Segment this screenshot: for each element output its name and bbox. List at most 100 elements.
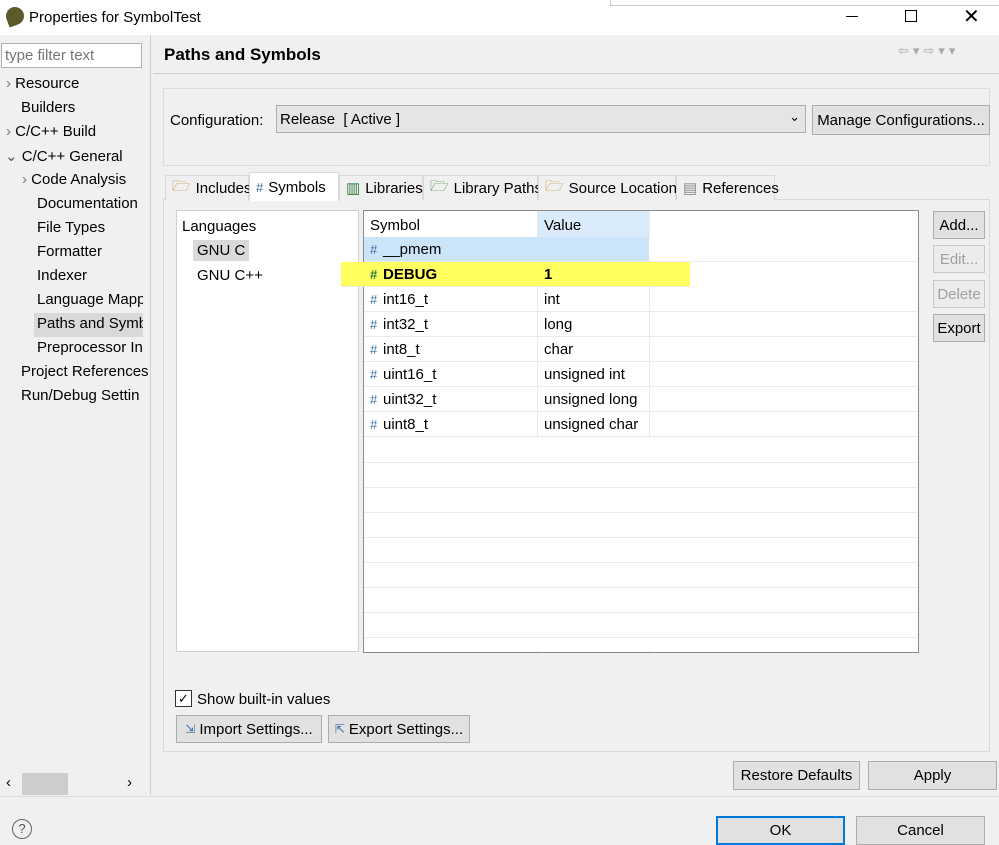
tree-item-cpp-build[interactable]: › C/C++ Build <box>6 123 96 140</box>
tab-references[interactable]: ▤ References <box>676 175 779 200</box>
manage-configurations-button[interactable]: Manage Configurations... <box>812 105 990 135</box>
ok-button[interactable]: OK <box>716 816 845 845</box>
cancel-button[interactable]: Cancel <box>856 816 985 845</box>
tree-item-cpp-general[interactable]: ⌄ C/C++ General <box>5 147 123 165</box>
hash-icon: # <box>370 417 378 432</box>
library-paths-icon: 🗁 <box>430 177 449 195</box>
symbol-cell: uint8_t <box>383 416 429 433</box>
chevron-down-icon: ⌄ <box>789 109 800 124</box>
scroll-right-icon[interactable]: › <box>127 774 132 791</box>
libraries-icon: ▥ <box>346 180 361 197</box>
export-button[interactable]: Export <box>933 314 985 342</box>
help-icon[interactable]: ? <box>12 819 32 839</box>
symbol-cell: int8_t <box>383 341 420 358</box>
table-row[interactable]: # __pmem <box>364 237 917 262</box>
table-row[interactable]: # uint32_t unsigned long <box>364 387 917 412</box>
import-settings-button[interactable]: ⇲ Import Settings... <box>176 715 322 743</box>
delete-button[interactable]: Delete <box>933 280 985 308</box>
show-builtin-checkbox[interactable]: ✓ <box>175 690 192 707</box>
scroll-left-icon[interactable]: ‹ <box>6 774 11 791</box>
configuration-group: Configuration: Release [ Active ] ⌄ Mana… <box>163 88 990 166</box>
title-bar: Properties for SymbolTest ✕ <box>0 0 999 35</box>
table-row[interactable]: # DEBUG 1 <box>341 262 690 287</box>
value-cell: 1 <box>544 266 553 283</box>
tree-item-formatter[interactable]: Formatter <box>37 243 102 260</box>
hash-icon: # <box>370 392 378 407</box>
tree-item-project-references[interactable]: Project References <box>21 363 149 380</box>
tab-includes[interactable]: 🗁 Includes <box>165 175 251 200</box>
tree-item-language-mappings[interactable]: Language Mapp <box>37 291 143 308</box>
column-header-value[interactable]: Value <box>544 217 581 234</box>
tree-item-indexer[interactable]: Indexer <box>37 267 87 284</box>
add-button[interactable]: Add... <box>933 211 985 239</box>
tab-libraries[interactable]: ▥ Libraries <box>339 175 423 200</box>
table-row[interactable]: # uint16_t unsigned int <box>364 362 917 387</box>
maximize-button[interactable] <box>905 10 917 22</box>
edit-button[interactable]: Edit... <box>933 245 985 273</box>
value-cell: unsigned char <box>544 416 639 433</box>
symbol-cell: uint32_t <box>383 391 437 408</box>
languages-header: Languages <box>182 218 257 235</box>
overlay-box <box>610 0 999 6</box>
hash-icon: # <box>370 317 378 332</box>
source-location-icon: 🗁 <box>545 177 564 195</box>
language-gnu-cpp[interactable]: GNU C++ <box>197 267 263 284</box>
tree-item-run-debug[interactable]: Run/Debug Settin <box>21 387 143 404</box>
tree-item-file-types[interactable]: File Types <box>37 219 105 236</box>
hash-icon: # <box>370 267 378 282</box>
sidebar-h-scrollbar[interactable]: ‹ › <box>0 773 148 795</box>
table-row[interactable]: # int8_t char <box>364 337 917 362</box>
tab-symbols[interactable]: # Symbols <box>249 172 339 201</box>
footer-divider <box>0 796 999 797</box>
filter-input[interactable] <box>1 43 142 68</box>
hash-icon: # <box>370 367 378 382</box>
restore-defaults-button[interactable]: Restore Defaults <box>733 761 860 790</box>
symbol-cell: __pmem <box>383 241 442 258</box>
value-cell: long <box>544 316 573 333</box>
value-cell: unsigned long <box>544 391 638 408</box>
tree-item-preprocessor[interactable]: Preprocessor In <box>37 339 143 356</box>
minimize-button[interactable] <box>846 16 858 17</box>
window-title: Properties for SymbolTest <box>29 9 201 26</box>
includes-icon: 🗁 <box>172 177 191 195</box>
column-header-symbol[interactable]: Symbol <box>370 217 420 234</box>
hash-icon: # <box>256 179 264 195</box>
value-cell: unsigned int <box>544 366 625 383</box>
configuration-label: Configuration: <box>170 112 264 129</box>
import-icon: ⇲ <box>185 722 196 736</box>
hash-icon: # <box>370 292 378 307</box>
scroll-thumb[interactable] <box>22 773 68 795</box>
show-builtin-label[interactable]: Show built-in values <box>197 691 330 708</box>
hash-icon: # <box>370 342 378 357</box>
value-cell: char <box>544 341 574 358</box>
tree-item-builders[interactable]: Builders <box>21 99 75 116</box>
tree-item-code-analysis[interactable]: › Code Analysis <box>22 171 126 188</box>
tree-item-paths-and-symbols[interactable]: Paths and Symb <box>34 313 143 337</box>
symbol-cell: uint16_t <box>383 366 437 383</box>
table-row[interactable]: # int32_t long <box>364 312 917 337</box>
language-gnu-c[interactable]: GNU C <box>193 240 250 261</box>
close-button[interactable]: ✕ <box>963 4 980 29</box>
table-row[interactable]: # int16_t int <box>364 287 917 312</box>
references-icon: ▤ <box>683 180 698 197</box>
apply-button[interactable]: Apply <box>868 761 997 790</box>
export-icon: ⇱ <box>334 722 345 736</box>
configuration-select[interactable]: Release [ Active ] ⌄ <box>276 105 806 133</box>
tree-item-resource[interactable]: › Resource <box>6 75 79 92</box>
export-settings-button[interactable]: ⇱ Export Settings... <box>328 715 470 743</box>
languages-list: Languages GNU C GNU C++ <box>176 210 359 652</box>
symbol-cell: int32_t <box>383 316 429 333</box>
symbol-cell: DEBUG <box>383 266 438 283</box>
table-row[interactable]: # uint8_t unsigned char <box>364 412 917 437</box>
tab-library-paths[interactable]: 🗁 Library Paths <box>423 175 542 200</box>
page-title: Paths and Symbols <box>164 45 321 64</box>
header-divider <box>153 73 999 74</box>
tab-source-location[interactable]: 🗁 Source Location <box>538 175 677 200</box>
symbol-cell: int16_t <box>383 291 429 308</box>
hash-icon: # <box>370 242 378 257</box>
tree-item-documentation[interactable]: Documentation <box>37 195 138 212</box>
value-cell: int <box>544 291 560 308</box>
nav-arrows[interactable]: ⇦▾⇨▾▾ <box>898 43 959 59</box>
splitter[interactable] <box>150 35 151 795</box>
app-icon <box>3 4 27 28</box>
